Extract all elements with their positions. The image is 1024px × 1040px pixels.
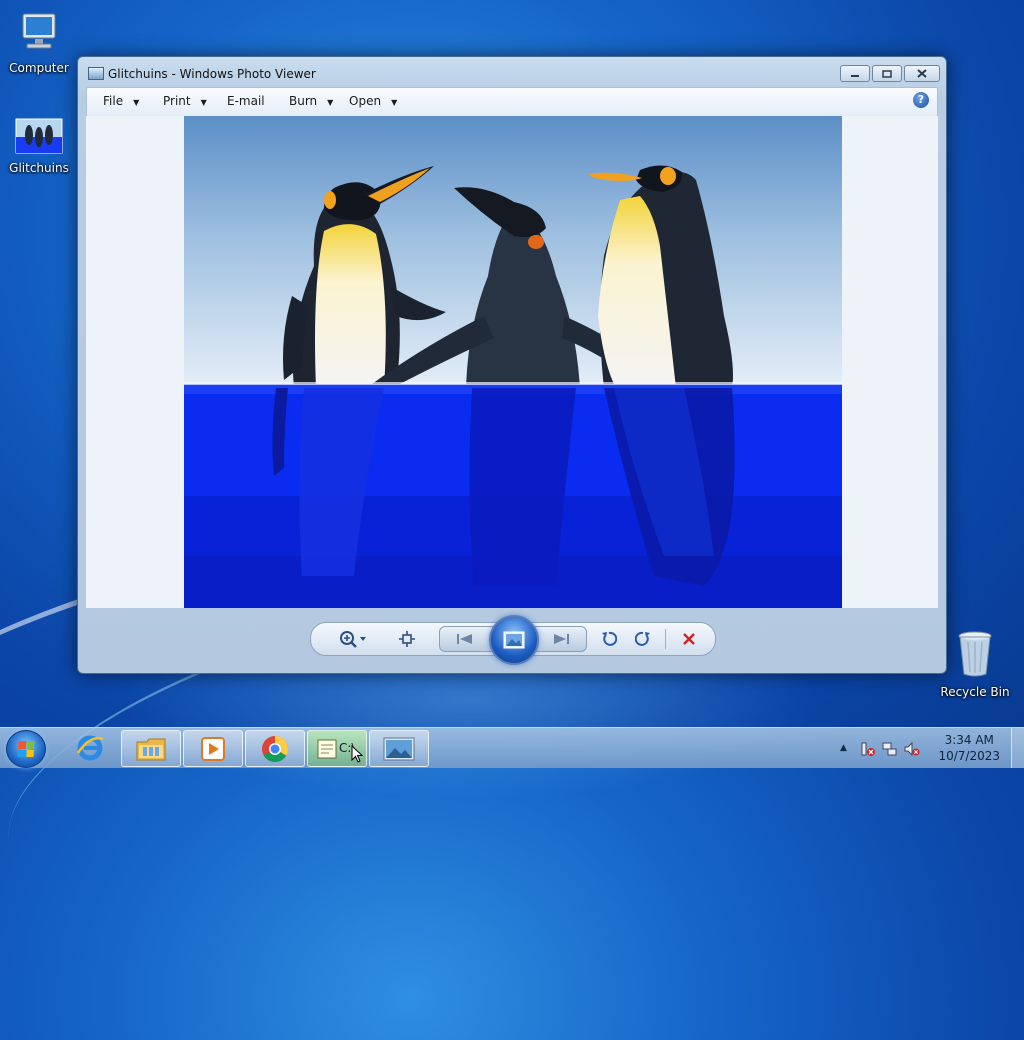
photo-viewer-window[interactable]: Glitchuins - Windows Photo Viewer File ▼ … (77, 56, 947, 674)
chevron-down-icon: ▼ (133, 98, 140, 107)
menu-print[interactable]: Print ▼ (163, 94, 207, 108)
desktop-icon-label: Glitchuins (9, 161, 69, 175)
zoom-button[interactable] (335, 628, 371, 650)
desktop-icon-label: Computer (9, 61, 69, 75)
command-prompt-icon: C:\ (315, 735, 363, 763)
controls-divider (665, 629, 666, 649)
desktop-icon-computer[interactable]: Computer (1, 10, 77, 75)
help-icon[interactable]: ? (913, 92, 929, 108)
taskbar-clock[interactable]: 3:34 AM 10/7/2023 (938, 732, 1000, 764)
chevron-down-icon: ▼ (327, 98, 334, 107)
slideshow-button[interactable] (489, 615, 539, 665)
computer-icon (1, 10, 77, 57)
desktop-icon-recycle-bin[interactable]: Recycle Bin (937, 630, 1013, 699)
photo-viewer-icon (383, 737, 415, 760)
menu-email-label: E-mail (227, 94, 265, 108)
desktop-icon-glitchuins[interactable]: Glitchuins (1, 118, 77, 175)
title-bar[interactable]: Glitchuins - Windows Photo Viewer (78, 57, 946, 87)
media-player-icon (201, 736, 225, 761)
taskbar-windows-explorer[interactable] (121, 730, 181, 767)
show-hidden-icons-button[interactable]: ▲ (840, 743, 847, 753)
displayed-photo (184, 116, 842, 608)
photo-display-area (86, 116, 938, 608)
menu-print-label: Print (163, 94, 191, 108)
rotate-counterclockwise-button[interactable] (597, 628, 621, 650)
minimize-icon (851, 74, 859, 77)
clock-time: 3:34 AM (944, 733, 994, 747)
network-icon[interactable] (882, 741, 898, 760)
windows-logo-icon (17, 741, 35, 757)
taskbar-chrome[interactable] (245, 730, 305, 767)
action-center-icon[interactable] (860, 741, 876, 760)
taskbar-internet-explorer[interactable] (61, 730, 119, 765)
close-icon (917, 69, 927, 78)
image-file-icon (1, 118, 77, 157)
volume-muted-icon[interactable] (904, 741, 920, 760)
taskbar-media-player[interactable] (183, 730, 243, 767)
next-icon (554, 634, 569, 644)
window-title: Glitchuins - Windows Photo Viewer (108, 67, 316, 81)
menu-file-label: File (103, 94, 124, 108)
delete-icon (683, 633, 695, 645)
previous-button[interactable] (450, 628, 480, 650)
rotate-counterclockwise-icon (602, 631, 617, 646)
maximize-icon (882, 69, 892, 78)
menu-file[interactable]: File ▼ (103, 94, 139, 108)
rotate-clockwise-icon (635, 631, 650, 646)
viewer-controls (310, 615, 716, 665)
system-tray: ▲ 3:34 AM 10/7/2023 (834, 728, 1024, 768)
slideshow-icon (503, 631, 525, 649)
show-desktop-button[interactable] (1011, 728, 1024, 768)
menu-burn-label: Burn (289, 94, 318, 108)
taskbar-photo-viewer[interactable] (369, 730, 429, 767)
menu-open[interactable]: Open ▼ (349, 94, 397, 108)
zoom-icon (340, 631, 366, 648)
chrome-icon (262, 735, 289, 762)
maximize-button[interactable] (872, 65, 902, 82)
taskbar: C:\ ▲ 3:34 AM 10/7/2023 (0, 727, 1024, 768)
internet-explorer-icon (76, 735, 104, 760)
clock-date: 10/7/2023 (938, 749, 1000, 763)
desktop-icon-label: Recycle Bin (940, 685, 1010, 699)
minimize-button[interactable] (840, 65, 870, 82)
next-button[interactable] (546, 628, 576, 650)
menu-email[interactable]: E-mail (227, 94, 265, 108)
menu-bar: File ▼ Print ▼ E-mail Burn ▼ Open ▼ ? (86, 87, 938, 117)
delete-button[interactable] (677, 628, 701, 650)
menu-open-label: Open (349, 94, 382, 108)
chevron-down-icon: ▼ (391, 98, 398, 107)
chevron-down-icon: ▼ (200, 98, 207, 107)
actual-size-button[interactable] (395, 628, 419, 650)
caption-buttons (840, 65, 940, 82)
actual-size-icon (399, 631, 415, 647)
photo-viewer-app-icon (88, 67, 104, 80)
rotate-clockwise-button[interactable] (631, 628, 655, 650)
previous-icon (457, 634, 472, 644)
taskbar-command-prompt[interactable]: C:\ (307, 730, 367, 767)
menu-burn[interactable]: Burn ▼ (289, 94, 333, 108)
recycle-bin-icon (937, 630, 1013, 681)
start-button[interactable] (6, 730, 46, 768)
close-button[interactable] (904, 65, 940, 82)
folder-icon (136, 738, 166, 760)
mouse-cursor-icon (351, 744, 363, 763)
